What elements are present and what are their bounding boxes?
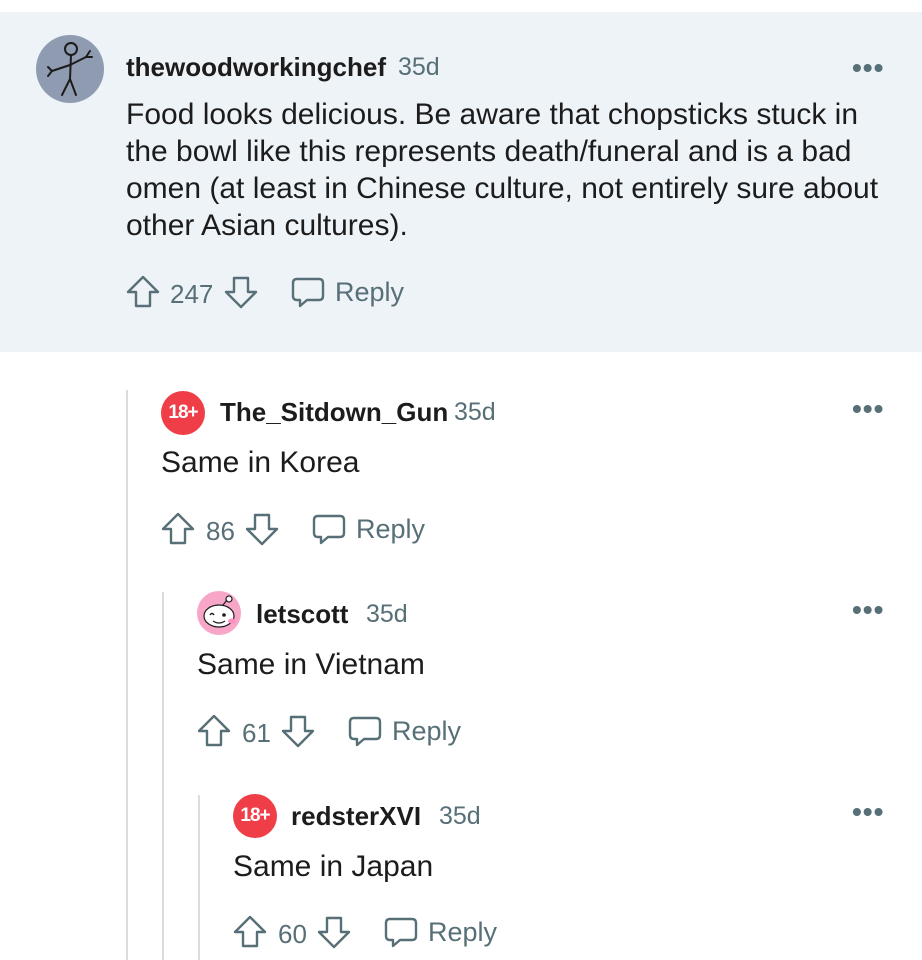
- snoo-icon: [203, 595, 236, 628]
- downvote-arrow-icon: [245, 513, 279, 546]
- comment-body: Same in Japan: [233, 850, 434, 883]
- downvote-button[interactable]: [316, 914, 352, 950]
- comment-age: 35d: [398, 53, 440, 81]
- downvote-button[interactable]: [223, 274, 259, 310]
- vote-count: 60: [278, 919, 307, 949]
- username[interactable]: letscott: [256, 599, 348, 630]
- downvote-button[interactable]: [244, 511, 280, 547]
- comment-age: 35d: [454, 398, 496, 426]
- upvote-button[interactable]: [232, 914, 268, 950]
- username[interactable]: thewoodworkingchef: [126, 52, 386, 83]
- more-options-button[interactable]: •••: [852, 796, 884, 828]
- thread-line-level-1[interactable]: [126, 390, 128, 960]
- comment-body: Same in Korea: [161, 446, 360, 479]
- reply-button[interactable]: Reply: [383, 914, 497, 950]
- speech-bubble-icon: [384, 917, 418, 948]
- more-options-button[interactable]: •••: [852, 393, 884, 425]
- avatar[interactable]: [36, 35, 104, 103]
- username[interactable]: The_Sitdown_Gun: [220, 397, 448, 428]
- more-options-button[interactable]: •••: [852, 594, 884, 626]
- upvote-arrow-icon: [161, 512, 195, 545]
- thread-line-level-3[interactable]: [198, 795, 200, 960]
- downvote-arrow-icon: [317, 916, 351, 949]
- vote-count: 247: [170, 279, 214, 309]
- top-spacer: [0, 0, 922, 12]
- vote-count: 86: [206, 516, 235, 546]
- upvote-arrow-icon: [126, 275, 160, 308]
- vote-count: 61: [242, 718, 271, 748]
- upvote-button[interactable]: [125, 274, 161, 310]
- reply-button[interactable]: Reply: [290, 274, 404, 310]
- nsfw-avatar[interactable]: 18+: [233, 794, 277, 838]
- nsfw-badge-text: 18+: [240, 805, 270, 826]
- upvote-button[interactable]: [196, 713, 232, 749]
- snoo-avatar[interactable]: [197, 591, 241, 635]
- reply-label: Reply: [428, 916, 498, 947]
- reply-label: Reply: [356, 513, 426, 544]
- speech-bubble-icon: [291, 277, 325, 308]
- reply-button[interactable]: Reply: [311, 511, 425, 547]
- downvote-arrow-icon: [224, 276, 258, 309]
- upvote-arrow-icon: [197, 714, 231, 747]
- comment-body: Food looks delicious. Be aware that chop…: [126, 98, 879, 242]
- more-options-button[interactable]: •••: [852, 52, 884, 84]
- speech-bubble-icon: [348, 716, 382, 747]
- comment-age: 35d: [366, 600, 408, 628]
- reply-label: Reply: [392, 715, 462, 746]
- nsfw-badge-text: 18+: [168, 402, 198, 423]
- comment-body: Same in Vietnam: [197, 648, 425, 681]
- reply-label: Reply: [335, 276, 405, 307]
- username[interactable]: redsterXVI: [291, 801, 421, 832]
- nsfw-avatar[interactable]: 18+: [161, 391, 205, 435]
- downvote-button[interactable]: [280, 713, 316, 749]
- reply-button[interactable]: Reply: [347, 713, 461, 749]
- speech-bubble-icon: [312, 514, 346, 545]
- comment-age: 35d: [439, 802, 481, 830]
- thread-line-level-2[interactable]: [162, 592, 164, 960]
- downvote-arrow-icon: [281, 715, 315, 748]
- stick-figure-icon: [47, 42, 93, 96]
- upvote-button[interactable]: [160, 511, 196, 547]
- upvote-arrow-icon: [233, 915, 267, 948]
